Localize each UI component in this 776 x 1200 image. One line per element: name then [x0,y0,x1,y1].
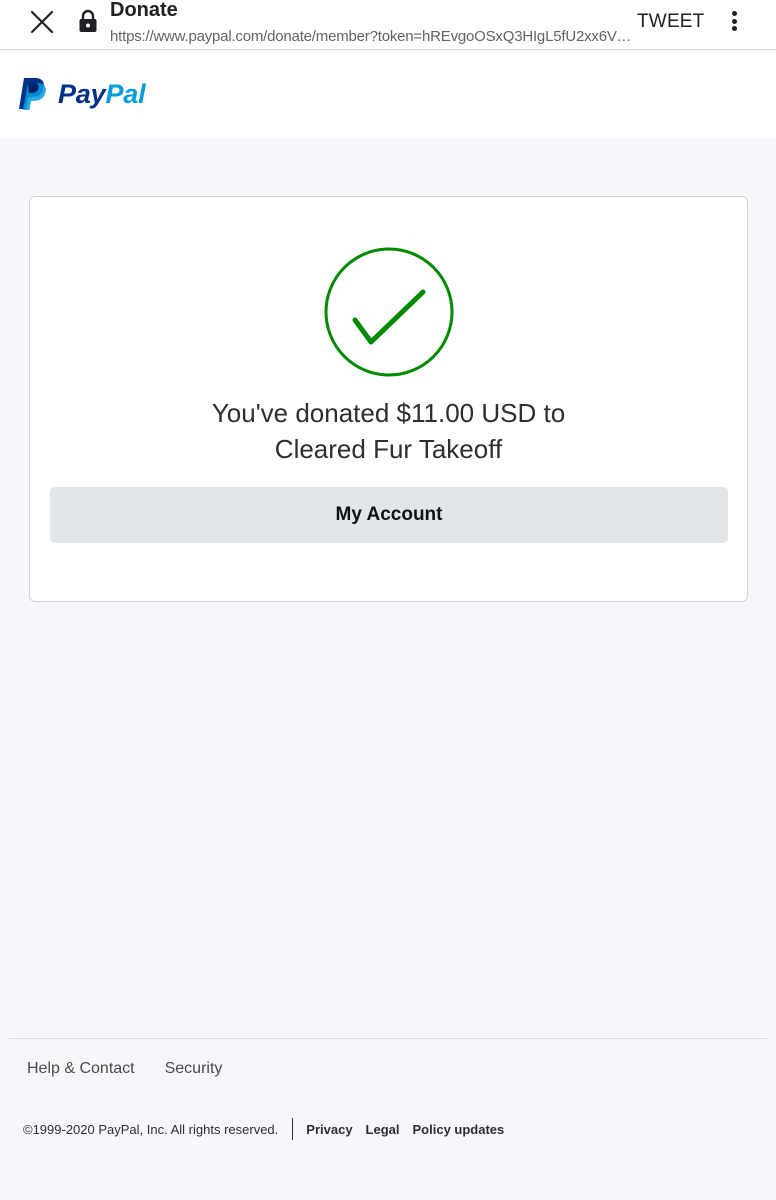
url-text: https://www.paypal.com/donate/member?tok… [110,28,632,45]
tab-title: Donate [110,0,178,21]
donation-amount-line: You've donated $11.00 USD to [211,398,566,428]
my-account-button[interactable]: My Account [50,487,728,543]
privacy-link[interactable]: Privacy [306,1122,352,1137]
more-vert-icon[interactable] [722,8,746,34]
paypal-wordmark: PayPal [58,78,146,109]
browser-toolbar: Donate https://www.paypal.com/donate/mem… [0,0,776,50]
policy-updates-link[interactable]: Policy updates [413,1122,505,1137]
donation-confirmation-card: You've donated $11.00 USD to Cleared Fur… [29,196,748,602]
paypal-logo[interactable]: PayPal [18,77,146,111]
address-bar[interactable]: Donate https://www.paypal.com/donate/mem… [110,0,632,47]
copyright-text: ©1999-2020 PayPal, Inc. All rights reser… [23,1121,279,1137]
tweet-button[interactable]: TWEET [637,11,705,33]
checkmark-circle-icon [324,247,454,377]
paypal-header: PayPal [0,51,776,138]
footer-separator [292,1118,294,1140]
security-link[interactable]: Security [165,1060,223,1078]
footer-divider [9,1038,767,1039]
paypal-monogram-icon [19,78,46,110]
lock-icon [78,9,100,33]
footer-legal: ©1999-2020 PayPal, Inc. All rights reser… [23,1118,517,1140]
legal-link[interactable]: Legal [366,1122,400,1137]
close-icon[interactable] [26,6,58,38]
footer-links: Help & Contact Security [27,1060,222,1078]
help-contact-link[interactable]: Help & Contact [27,1060,135,1078]
recipient-line: Cleared Fur Takeoff [274,434,503,464]
donation-message: You've donated $11.00 USD to Cleared Fur… [30,395,747,467]
